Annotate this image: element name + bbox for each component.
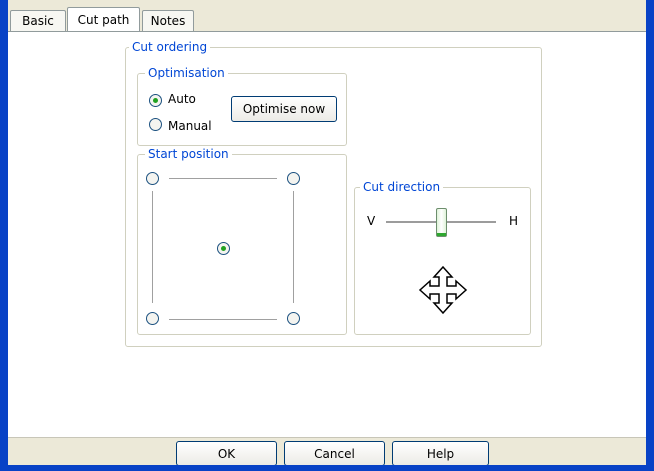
slider-label-v: V <box>367 214 376 228</box>
tab-notes[interactable]: Notes <box>142 10 194 32</box>
start-top-left-radio[interactable] <box>146 172 159 185</box>
left-edge-line <box>152 191 153 303</box>
start-position-group: Start position <box>137 146 347 335</box>
bottom-edge-line <box>169 319 277 320</box>
cut-direction-group: Cut direction V H <box>354 179 531 335</box>
manual-radio[interactable] <box>149 118 162 131</box>
window-frame-right <box>646 0 654 471</box>
manual-label: Manual <box>168 119 212 133</box>
direction-slider-thumb[interactable] <box>435 208 447 237</box>
cancel-button[interactable]: Cancel <box>284 441 385 466</box>
start-position-title: Start position <box>145 146 232 162</box>
tab-strip: Basic Cut path Notes <box>8 0 646 33</box>
dialog-footer: OK Cancel Help <box>8 437 646 466</box>
cut-ordering-group: Cut ordering Optimisation Auto Manual Op… <box>125 39 542 347</box>
four-way-arrow-icon <box>418 265 468 315</box>
start-bottom-left-radio[interactable] <box>146 312 159 325</box>
slider-label-h: H <box>509 214 519 228</box>
start-bottom-right-radio[interactable] <box>287 312 300 325</box>
tab-cut-path[interactable]: Cut path <box>67 7 140 33</box>
right-edge-line <box>293 191 294 303</box>
optimisation-group: Optimisation Auto Manual Optimise now <box>137 65 347 146</box>
tab-panel-cut-path: Cut ordering Optimisation Auto Manual Op… <box>8 32 646 437</box>
auto-label: Auto <box>168 92 196 106</box>
cut-direction-title: Cut direction <box>360 179 444 195</box>
optimise-now-button[interactable]: Optimise now <box>231 96 337 122</box>
cut-ordering-title: Cut ordering <box>129 39 211 55</box>
window-frame-left <box>0 0 8 471</box>
ok-button[interactable]: OK <box>176 441 277 466</box>
auto-radio[interactable] <box>149 94 162 107</box>
tab-basic[interactable]: Basic <box>10 10 66 32</box>
top-edge-line <box>169 178 277 179</box>
start-center-radio[interactable] <box>217 242 230 255</box>
optimisation-title: Optimisation <box>145 65 228 81</box>
start-top-right-radio[interactable] <box>287 172 300 185</box>
window-frame-bottom <box>0 465 654 471</box>
help-button[interactable]: Help <box>392 441 489 466</box>
